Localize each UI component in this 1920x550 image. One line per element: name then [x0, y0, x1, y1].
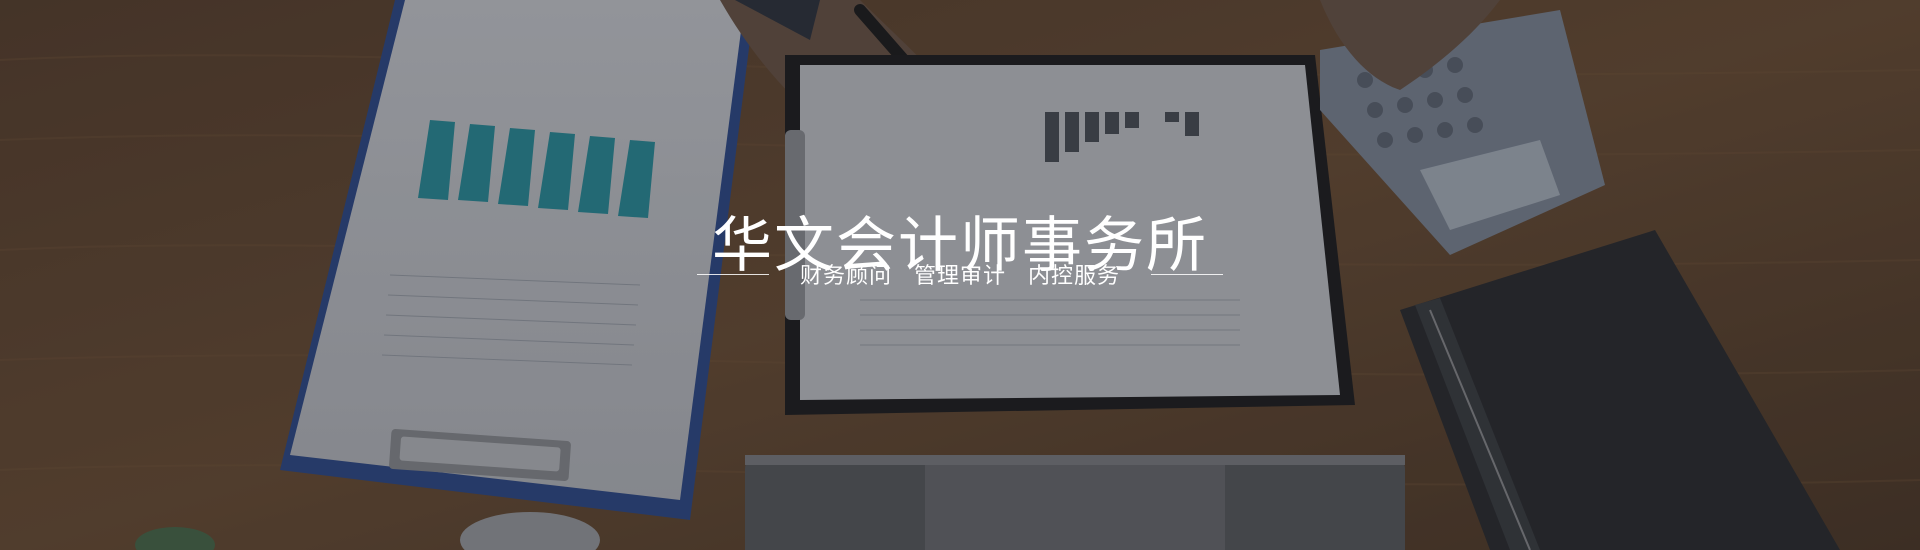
service-internal-control: 内控服务 [1028, 264, 1121, 289]
left-divider-line [696, 273, 769, 275]
right-divider-line [1151, 273, 1224, 275]
service-list: 财务顾问 管理审计 内控服务 [789, 258, 1131, 290]
service-management-audit: 管理审计 [913, 264, 1006, 289]
hero-banner: 华文会计师事务所 财务顾问 管理审计 内控服务 [0, 0, 1920, 550]
services-tagline: 财务顾问 管理审计 内控服务 [0, 256, 1920, 292]
service-financial-advisory: 财务顾问 [799, 264, 892, 289]
